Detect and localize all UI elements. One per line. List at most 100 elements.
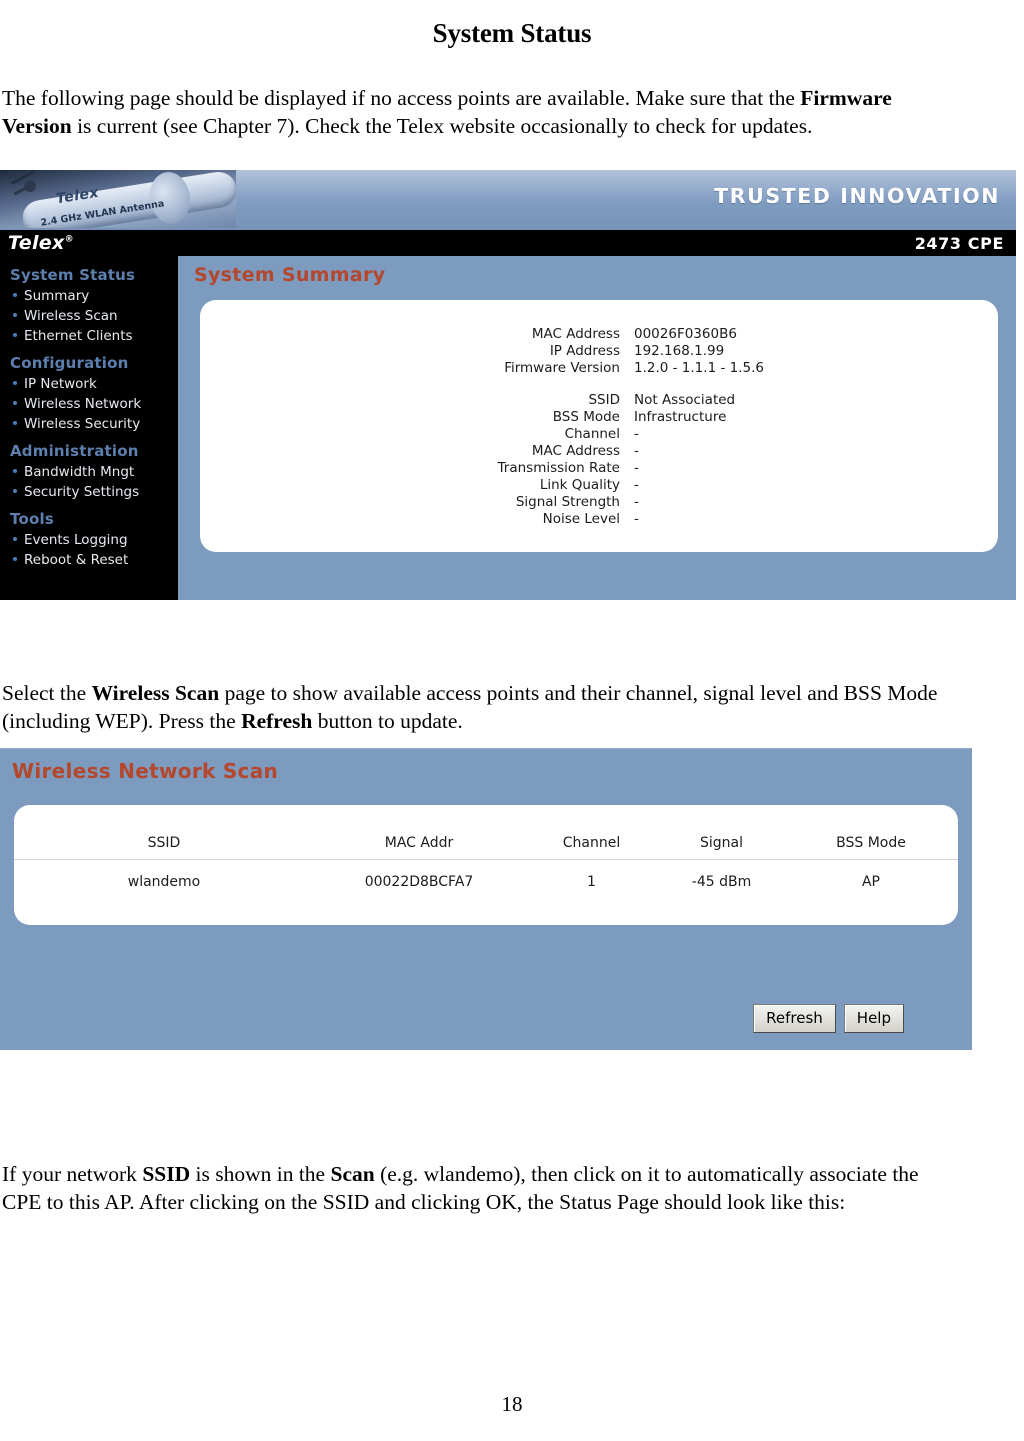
nav-heading-tools: Tools [10,510,54,528]
paragraph-intro: The following page should be displayed i… [2,84,962,141]
scan-table-header-row: SSID MAC Addr Channel Signal BSS Mode [14,805,958,860]
paragraph-ssid-bold-2: Scan [330,1161,375,1186]
panel-heading-system-summary: System Summary [194,264,386,286]
cell-bss-mode: AP [861,874,881,890]
info-value-peer-mac-address: - [634,443,639,459]
column-header-bss-mode: BSS Mode [836,835,906,851]
column-header-ssid: SSID [147,835,181,851]
sidebar-item-wireless-scan[interactable]: Wireless Scan [0,306,178,326]
table-row[interactable]: wlandemo 00022D8BCFA7 1 -45 dBm AP [14,859,958,890]
info-value-ip-address: 192.168.1.99 [634,343,725,359]
nav-group-system-status: System Status Summary Wireless Scan Ethe… [0,266,178,346]
nav-heading-administration: Administration [10,442,139,460]
device-info-block: MAC Address 00026F0360B6 IP Address 192.… [200,326,998,377]
refresh-button[interactable]: Refresh [753,1004,836,1033]
info-label-channel: Channel [564,426,620,442]
antenna-knob-shape [24,180,36,192]
sidebar-nav: System Status Summary Wireless Scan Ethe… [0,256,178,600]
link-info-block: SSID Not Associated BSS Mode Infrastruct… [200,392,998,528]
info-row-peer-mac-address: MAC Address - [200,443,998,460]
info-row-ssid: SSID Not Associated [200,392,998,409]
scan-button-row: Refresh Help [753,1004,904,1033]
brand-bar: Telex® 2473 CPE [0,230,1016,256]
sidebar-item-wireless-security[interactable]: Wireless Security [0,414,178,434]
nav-heading-system-status: System Status [10,266,136,284]
antenna-photo: Telex 2.4 GHz WLAN Antenna [0,170,236,228]
info-row-mac-address: MAC Address 00026F0360B6 [200,326,998,343]
table-spacer [200,377,998,392]
sidebar-item-summary[interactable]: Summary [0,286,178,306]
paragraph-scan-text-1: Select the [2,680,92,705]
info-value-transmission-rate: - [634,460,639,476]
sidebar-item-ip-network[interactable]: IP Network [0,374,178,394]
scan-results-table: SSID MAC Addr Channel Signal BSS Mode wl… [14,805,958,890]
summary-card: MAC Address 00026F0360B6 IP Address 192.… [200,300,998,552]
telex-logo: Telex® [8,232,74,254]
sidebar-item-bandwidth-mngt[interactable]: Bandwidth Mngt [0,462,178,482]
paragraph-scan-bold-1: Wireless Scan [91,680,220,705]
info-value-noise-level: - [634,511,639,527]
cell-signal: -45 dBm [691,874,752,890]
nav-group-configuration: Configuration IP Network Wireless Networ… [0,354,178,434]
info-label-transmission-rate: Transmission Rate [497,460,620,476]
info-label-noise-level: Noise Level [542,511,620,527]
column-header-signal: Signal [699,835,743,851]
scan-table-head: SSID MAC Addr Channel Signal BSS Mode [14,805,958,860]
tagline-trusted-innovation: TRUSTED INNOVATION [714,184,1000,208]
help-button[interactable]: Help [843,1004,904,1033]
info-label-bss-mode: BSS Mode [552,409,620,425]
info-label-ssid: SSID [588,392,620,408]
masthead-banner: Telex 2.4 GHz WLAN Antenna TRUSTED INNOV… [0,170,1016,232]
info-value-firmware-version: 1.2.0 - 1.1.1 - 1.5.6 [634,360,764,376]
sidebar-item-events-logging[interactable]: Events Logging [0,530,178,550]
paragraph-intro-text-2: is current (see Chapter 7). Check the Te… [71,114,813,138]
info-value-signal-strength: - [634,494,639,510]
paragraph-scan-text-3: button to update. [312,709,463,733]
paragraph-ssid-bold-1: SSID [142,1161,191,1186]
nav-group-tools: Tools Events Logging Reboot & Reset [0,510,178,570]
scan-table-body: wlandemo 00022D8BCFA7 1 -45 dBm AP [14,859,958,890]
nav-group-administration: Administration Bandwidth Mngt Security S… [0,442,178,502]
paragraph-ssid: If your network SSID is shown in the Sca… [2,1160,962,1217]
sidebar-item-security-settings[interactable]: Security Settings [0,482,178,502]
scan-results-card: SSID MAC Addr Channel Signal BSS Mode wl… [14,805,958,925]
column-header-mac-addr: MAC Addr [384,835,454,851]
screenshot-system-summary: Telex 2.4 GHz WLAN Antenna TRUSTED INNOV… [0,170,1016,600]
paragraph-intro-text-1: The following page should be displayed i… [2,85,801,110]
info-row-firmware-version: Firmware Version 1.2.0 - 1.1.1 - 1.5.6 [200,360,998,377]
info-label-mac-address: MAC Address [531,326,620,342]
summary-content-area: System Summary MAC Address 00026F0360B6 … [178,256,1016,600]
cell-ssid[interactable]: wlandemo [14,860,314,890]
paragraph-ssid-text-2: is shown in the [190,1161,331,1186]
info-row-transmission-rate: Transmission Rate - [200,460,998,477]
paragraph-scan: Select the Wireless Scan page to show av… [2,679,987,736]
info-label-signal-strength: Signal Strength [515,494,620,510]
sidebar-item-ethernet-clients[interactable]: Ethernet Clients [0,326,178,346]
screenshot-wireless-network-scan: Wireless Network Scan SSID MAC Addr Chan… [0,748,972,1050]
info-value-bss-mode: Infrastructure [634,409,727,425]
info-row-bss-mode: BSS Mode Infrastructure [200,409,998,426]
info-value-channel: - [634,426,639,442]
nav-heading-configuration: Configuration [10,354,129,372]
telex-logo-text: Telex [8,232,65,254]
cell-mac-addr: 00022D8BCFA7 [364,874,474,890]
page-title: System Status [432,18,592,49]
info-row-ip-address: IP Address 192.168.1.99 [200,343,998,360]
cell-channel: 1 [587,874,596,890]
info-label-firmware-version: Firmware Version [504,360,620,376]
model-label: 2473 CPE [914,234,1004,253]
sidebar-item-wireless-network[interactable]: Wireless Network [0,394,178,414]
info-row-signal-strength: Signal Strength - [200,494,998,511]
panel-heading-wireless-network-scan: Wireless Network Scan [12,759,279,783]
sidebar-item-reboot-reset[interactable]: Reboot & Reset [0,550,178,570]
info-label-ip-address: IP Address [549,343,620,359]
summary-key-value-table: MAC Address 00026F0360B6 IP Address 192.… [200,326,998,528]
info-label-link-quality: Link Quality [539,477,620,493]
registered-mark-icon: ® [64,234,74,245]
page-number: 18 [501,1392,523,1416]
paragraph-scan-bold-2: Refresh [241,709,313,733]
info-row-noise-level: Noise Level - [200,511,998,528]
info-value-ssid: Not Associated [634,392,736,408]
column-header-channel: Channel [562,835,621,851]
info-row-link-quality: Link Quality - [200,477,998,494]
